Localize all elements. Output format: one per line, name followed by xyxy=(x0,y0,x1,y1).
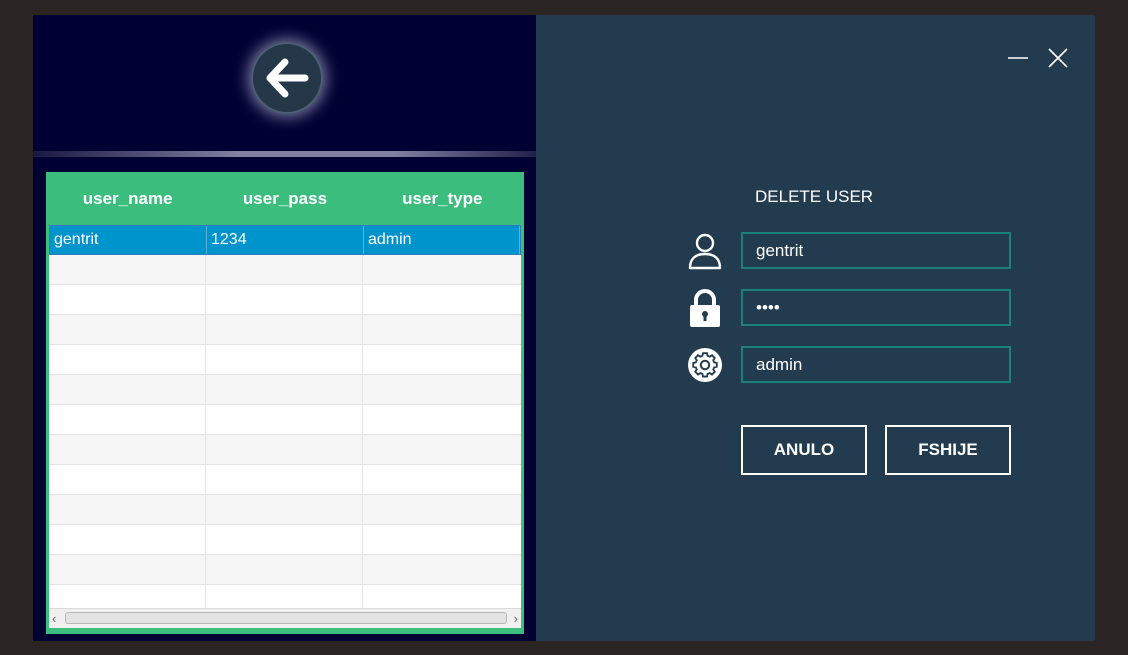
table-row[interactable] xyxy=(49,555,521,585)
cancel-button[interactable]: ANULO xyxy=(741,425,867,475)
table-cell-user-name[interactable] xyxy=(49,585,206,608)
table-row[interactable] xyxy=(49,255,521,285)
table-row[interactable] xyxy=(49,435,521,465)
left-panel: user_name user_pass user_type gentrit 123… xyxy=(33,15,548,641)
delete-button[interactable]: FSHIJE xyxy=(885,425,1011,475)
table-cell-user-name[interactable] xyxy=(49,285,206,314)
table-cell-user-pass[interactable]: 1234 xyxy=(207,226,364,254)
table-cell-user-pass[interactable] xyxy=(206,345,363,374)
scrollbar-thumb[interactable] xyxy=(65,612,507,624)
column-header-user-name[interactable]: user_name xyxy=(49,172,206,225)
table-row[interactable] xyxy=(49,495,521,525)
horizontal-scrollbar[interactable]: ‹ › xyxy=(49,608,521,628)
table-cell-user-type[interactable] xyxy=(363,585,521,608)
close-button[interactable] xyxy=(1045,45,1071,71)
table-body: gentrit 1234 admin xyxy=(49,225,521,608)
table-row[interactable] xyxy=(49,345,521,375)
gear-icon xyxy=(686,346,724,384)
table-cell-user-type[interactable] xyxy=(363,495,521,524)
table-header: user_name user_pass user_type xyxy=(49,172,521,225)
lock-icon xyxy=(686,289,724,327)
table-cell-user-pass[interactable] xyxy=(206,555,363,584)
header-divider xyxy=(33,151,548,157)
table-cell-user-pass[interactable] xyxy=(206,285,363,314)
table-row[interactable] xyxy=(49,375,521,405)
table-cell-user-type[interactable] xyxy=(363,465,521,494)
user-icon xyxy=(686,232,724,270)
password-row xyxy=(686,289,1016,327)
scroll-left-icon[interactable]: ‹ xyxy=(52,611,56,626)
delete-user-window: user_name user_pass user_type gentrit 123… xyxy=(33,15,1095,641)
table-cell-user-pass[interactable] xyxy=(206,495,363,524)
table-cell-user-pass[interactable] xyxy=(206,375,363,404)
table-cell-user-pass[interactable] xyxy=(206,315,363,344)
minimize-icon xyxy=(1008,57,1028,59)
arrow-left-icon xyxy=(266,58,309,98)
table-cell-user-name[interactable] xyxy=(49,405,206,434)
table-row[interactable] xyxy=(49,465,521,495)
user-type-field[interactable] xyxy=(741,346,1011,383)
table-cell-user-name[interactable] xyxy=(49,255,206,284)
table-cell-user-pass[interactable] xyxy=(206,405,363,434)
table-row[interactable] xyxy=(49,405,521,435)
form-title: DELETE USER xyxy=(755,187,874,206)
close-icon xyxy=(1048,48,1068,68)
table-row[interactable] xyxy=(49,315,521,345)
table-cell-user-name[interactable] xyxy=(49,315,206,344)
table-cell-user-pass[interactable] xyxy=(206,585,363,608)
table-cell-user-name[interactable] xyxy=(49,345,206,374)
password-field[interactable] xyxy=(741,289,1011,326)
table-row[interactable] xyxy=(49,285,521,315)
table-cell-user-type[interactable] xyxy=(363,345,521,374)
username-field[interactable] xyxy=(741,232,1011,269)
table-cell-user-type[interactable] xyxy=(363,555,521,584)
table-cell-user-name[interactable] xyxy=(49,375,206,404)
table-cell-user-type[interactable] xyxy=(363,255,521,284)
table-row[interactable] xyxy=(49,585,521,608)
table-cell-user-type[interactable] xyxy=(363,405,521,434)
table-cell-user-type[interactable] xyxy=(363,375,521,404)
table-cell-user-pass[interactable] xyxy=(206,255,363,284)
table-cell-user-pass[interactable] xyxy=(206,525,363,554)
minimize-button[interactable] xyxy=(1005,45,1031,71)
column-header-user-type[interactable]: user_type xyxy=(364,172,521,225)
table-cell-user-type[interactable] xyxy=(363,315,521,344)
table-cell-user-pass[interactable] xyxy=(206,465,363,494)
column-header-user-pass[interactable]: user_pass xyxy=(206,172,363,225)
users-table: user_name user_pass user_type gentrit 123… xyxy=(46,172,524,634)
table-cell-user-type[interactable] xyxy=(363,285,521,314)
back-button[interactable] xyxy=(251,42,323,114)
user-type-row xyxy=(686,346,1016,384)
table-cell-user-type[interactable] xyxy=(363,525,521,554)
table-cell-user-name[interactable] xyxy=(49,495,206,524)
table-cell-user-name[interactable] xyxy=(49,525,206,554)
table-row[interactable] xyxy=(49,525,521,555)
table-cell-user-name[interactable]: gentrit xyxy=(50,226,207,254)
table-row[interactable]: gentrit 1234 admin xyxy=(49,225,521,255)
username-row xyxy=(686,232,1016,270)
right-panel: DELETE USER gentrit admin ANULO FSHIJE xyxy=(536,15,1095,641)
table-cell-user-type[interactable]: admin xyxy=(364,226,520,254)
table-cell-user-name[interactable] xyxy=(49,555,206,584)
table-cell-user-name[interactable] xyxy=(49,465,206,494)
table-cell-user-pass[interactable] xyxy=(206,435,363,464)
table-cell-user-type[interactable] xyxy=(363,435,521,464)
table-cell-user-name[interactable] xyxy=(49,435,206,464)
scroll-right-icon[interactable]: › xyxy=(514,611,518,626)
